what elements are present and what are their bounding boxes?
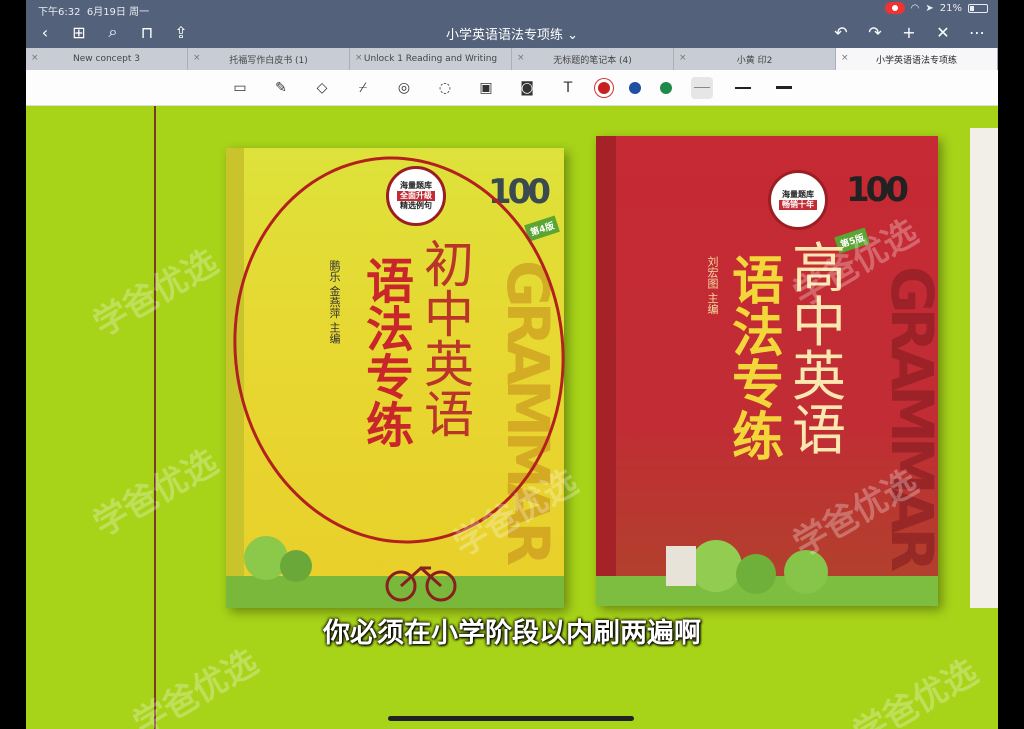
undo-icon[interactable]: ↶ <box>832 22 850 42</box>
highlighter-icon[interactable]: ⌿ <box>352 77 374 99</box>
date-text: 6月19日 周一 <box>86 7 150 18</box>
book-senior-grammar: 海量题库 畅销十年 100 第5版 GRAMMAR 刘宏图 主编 语 法 专 练… <box>596 136 946 606</box>
title-char: 语 <box>792 399 846 462</box>
document-tab-bar: × New concept 3 × 托福写作白皮书 (1) × Unlock 1 Re… <box>26 48 998 70</box>
book-third-partial <box>970 128 998 608</box>
book-author: 刘宏图 主编 <box>706 256 719 315</box>
title-char: 法 <box>732 304 785 364</box>
badge-top-text: 海量题库 <box>782 190 814 199</box>
close-pen-mode-icon[interactable]: ✕ <box>934 22 952 42</box>
title-char: 英 <box>792 345 846 408</box>
battery-icon <box>968 3 988 13</box>
color-swatch-red[interactable] <box>598 81 610 94</box>
tab-xiaohuang[interactable]: × 小黄 印2 <box>674 48 836 70</box>
close-tab-icon[interactable]: × <box>193 53 201 63</box>
pen-toolbar: ▭ ✎ ◇ ⌿ ◎ ◌ ▣ ◙ T <box>26 70 998 106</box>
ipad-screen: 下午6:32 6月19日 周一 ◠ ➤ 21% ‹ ⊞ ⌕ ⊓ ⇪ 小学英语语法… <box>26 0 998 729</box>
status-time: 下午6:32 6月19日 周一 <box>38 3 149 18</box>
tab-untitled-notebook[interactable]: × 无标题的笔记本 (4) <box>512 48 674 70</box>
status-indicators: ◠ ➤ 21% <box>884 2 988 14</box>
notebook-nav-bar: ‹ ⊞ ⌕ ⊓ ⇪ 小学英语语法专项练 ⌄ ↶ ↷ + ✕ ⋯ <box>26 18 998 48</box>
close-tab-icon[interactable]: × <box>679 53 687 63</box>
color-swatch-blue[interactable] <box>629 81 641 94</box>
chevron-down-icon: ⌄ <box>567 28 579 43</box>
eraser-icon[interactable]: ◇ <box>311 77 333 99</box>
stroke-medium-button[interactable] <box>732 77 754 99</box>
image-icon[interactable]: ▣ <box>475 77 497 99</box>
tab-label: 无标题的笔记本 (4) <box>553 55 632 66</box>
close-tab-icon[interactable]: × <box>31 53 39 63</box>
tab-unlock-1[interactable]: × Unlock 1 Reading and Writing <box>350 48 512 70</box>
tab-label: Unlock 1 Reading and Writing <box>363 54 498 64</box>
badge-mid-text: 畅销十年 <box>779 200 817 210</box>
screen-recording-icon[interactable] <box>884 2 905 14</box>
location-icon: ➤ <box>925 2 934 14</box>
tab-toefl-writing[interactable]: × 托福写作白皮书 (1) <box>188 48 350 70</box>
badge-seal: 海量题库 畅销十年 <box>768 170 828 230</box>
close-tab-icon[interactable]: × <box>517 53 525 63</box>
status-bar: 下午6:32 6月19日 周一 ◠ ➤ 21% <box>26 0 998 18</box>
home-indicator[interactable] <box>388 716 634 721</box>
tab-label: 小学英语语法专项练 <box>875 55 957 66</box>
redo-icon[interactable]: ↷ <box>866 22 884 42</box>
battery-percent: 21% <box>939 2 962 14</box>
reading-mode-icon[interactable]: ▭ <box>229 77 251 99</box>
title-column-yellow: 语 法 专 练 <box>732 256 784 464</box>
stroke-medium-line <box>735 86 751 89</box>
watermark-text: 学爸优选 <box>846 652 985 729</box>
title-char: 语 <box>732 252 785 312</box>
tab-primary-grammar[interactable]: × 小学英语语法专项练 <box>836 48 998 70</box>
tab-label: 托福写作白皮书 (1) <box>229 55 308 66</box>
color-swatch-green[interactable] <box>660 81 672 94</box>
lasso-icon[interactable]: ◌ <box>434 77 456 99</box>
castle-scene-illustration <box>596 540 938 606</box>
tab-label: New concept 3 <box>73 54 140 64</box>
stroke-thin-line <box>694 87 710 88</box>
close-tab-icon[interactable]: × <box>355 53 363 63</box>
nav-right-group: ↶ ↷ + ✕ ⋯ <box>832 22 986 42</box>
series-100-logo: 100 <box>846 170 909 210</box>
stroke-thick-button[interactable] <box>773 77 795 99</box>
wifi-icon: ◠ <box>910 2 920 14</box>
add-page-icon[interactable]: + <box>900 22 918 42</box>
tab-new-concept-3[interactable]: × New concept 3 <box>26 48 188 70</box>
stroke-thick-line <box>776 86 792 89</box>
title-char: 专 <box>732 356 785 416</box>
text-tool-icon[interactable]: T <box>557 77 579 99</box>
tab-label: 小黄 印2 <box>736 55 773 66</box>
pen-icon[interactable]: ✎ <box>270 77 292 99</box>
document-title-text: 小学英语语法专项练 <box>445 28 563 43</box>
close-tab-icon[interactable]: × <box>841 53 849 63</box>
time-text: 下午6:32 <box>38 7 81 18</box>
camera-icon[interactable]: ◙ <box>516 77 538 99</box>
more-icon[interactable]: ⋯ <box>968 22 986 42</box>
shapes-icon[interactable]: ◎ <box>393 77 415 99</box>
grammar-bg-text: GRAMMAR <box>878 266 946 567</box>
title-char: 练 <box>732 408 785 468</box>
video-subtitle: 你必须在小学阶段以内刷两遍啊 <box>323 618 701 649</box>
note-page-canvas[interactable]: 海量题库 全面升级 精选例句 100 第4版 GRAMMAR 鹏乐 金燕萍 主编… <box>26 106 998 729</box>
stroke-thin-button[interactable] <box>691 76 713 99</box>
